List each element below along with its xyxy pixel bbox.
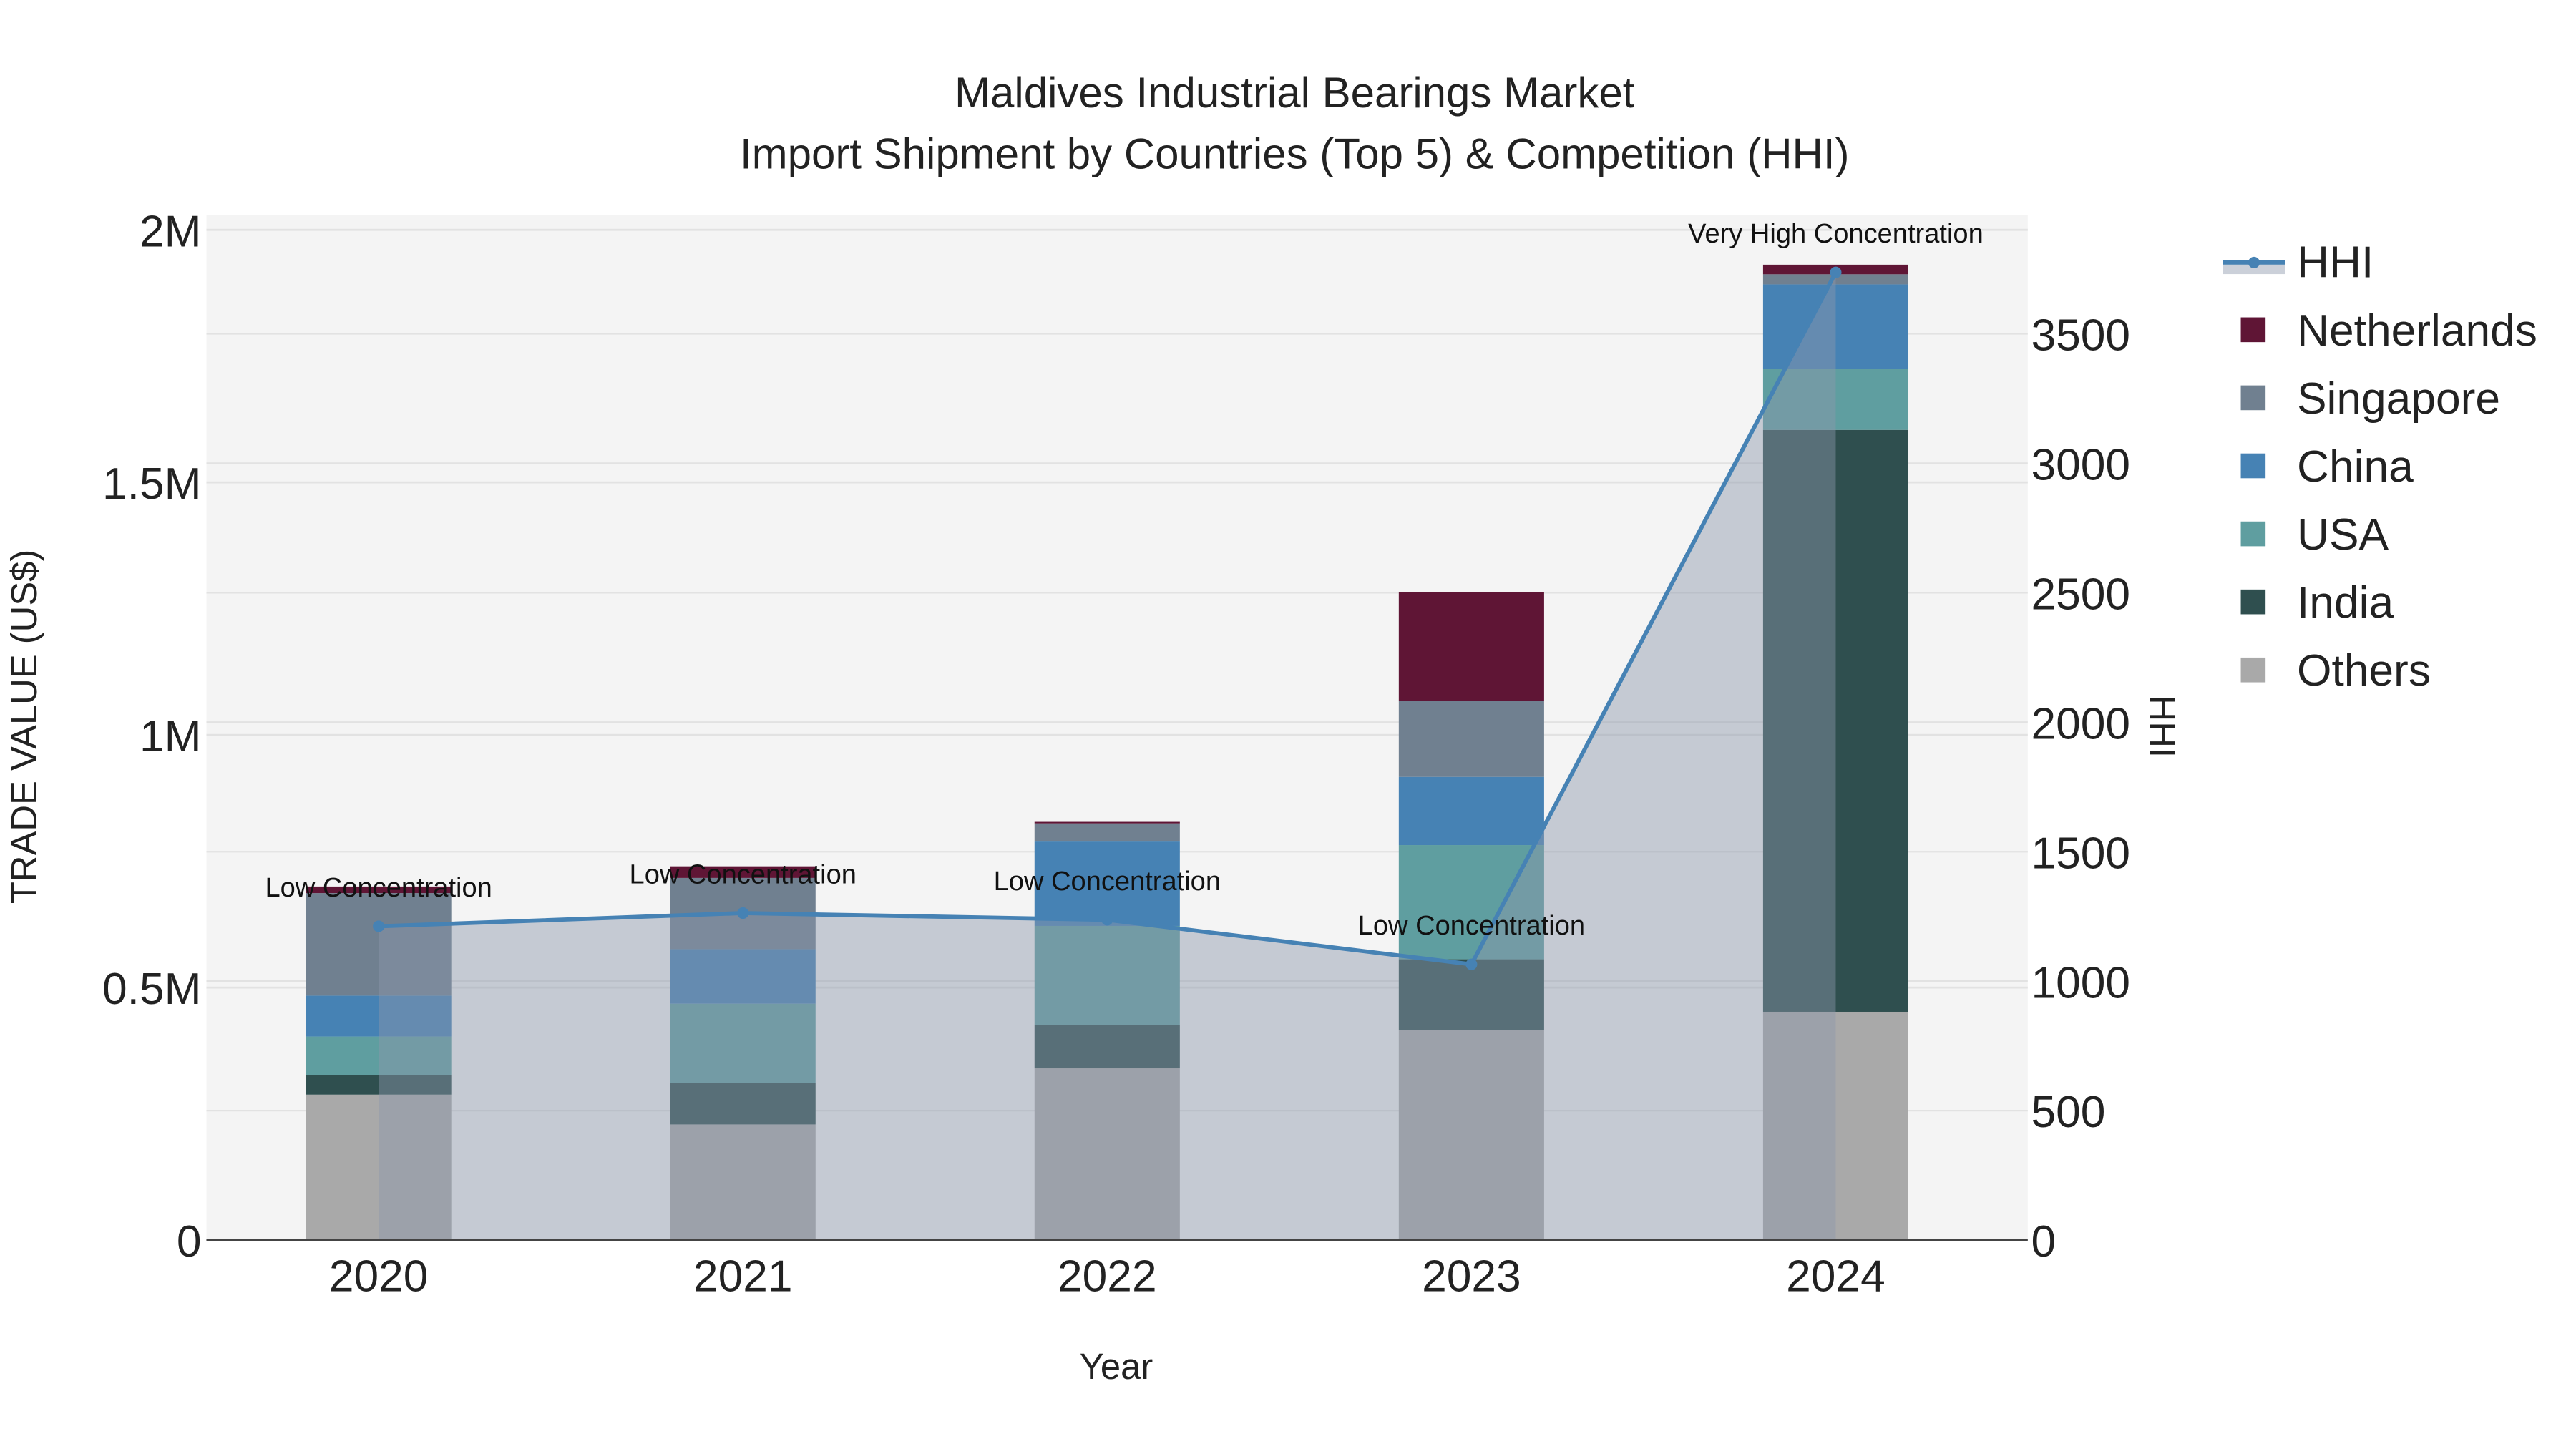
y2-tick-label: 500: [2031, 1088, 2105, 1137]
y2-tick-label: 1500: [2031, 829, 2130, 878]
hhi-point-2022: [1101, 914, 1113, 926]
legend-swatch-others: [2240, 657, 2266, 683]
legend-label-singapore: Singapore: [2297, 374, 2500, 424]
hhi-point-2021: [737, 907, 749, 919]
legend-label-china: China: [2297, 442, 2414, 492]
legend-swatch-usa: [2240, 521, 2266, 547]
y2-tick-label: 1000: [2031, 958, 2130, 1008]
chart-subtitle: Import Shipment by Countries (Top 5) & C…: [740, 130, 1850, 177]
hhi-point-2020: [373, 920, 385, 932]
legend-hhi-swatch-marker: [2248, 256, 2260, 268]
y-axis-title: TRADE VALUE (US$): [4, 550, 44, 904]
x-tick-label: 2021: [693, 1252, 793, 1302]
hhi-annotation: Very High Concentration: [1688, 219, 1984, 249]
hhi-point-2024: [1830, 266, 1842, 278]
y-tick-label: 0.5M: [102, 965, 202, 1014]
bar-netherlands-2022: [1034, 821, 1180, 824]
y2-tick-label: 2500: [2031, 570, 2130, 619]
bar-singapore-2022: [1034, 823, 1180, 842]
x-tick-label: 2020: [329, 1252, 429, 1302]
hhi-annotation: Low Concentration: [1358, 911, 1585, 941]
legend-swatch-singapore: [2240, 385, 2266, 411]
y2-tick-label: 0: [2031, 1217, 2056, 1267]
hhi-annotation: Low Concentration: [265, 873, 492, 903]
chart-title: Maldives Industrial Bearings Market: [955, 69, 1635, 117]
bar-netherlands-2023: [1398, 592, 1544, 701]
bar-china-2023: [1398, 776, 1544, 846]
legend-label-india: India: [2297, 578, 2394, 628]
y-tick-label: 2M: [140, 207, 202, 256]
legend-label-others: Others: [2297, 646, 2431, 696]
x-tick-label: 2023: [1422, 1252, 1521, 1302]
hhi-point-2023: [1465, 958, 1478, 970]
y2-tick-label: 2000: [2031, 699, 2130, 748]
legend-label-netherlands: Netherlands: [2297, 306, 2537, 356]
chart: Low Concentration Low Concentration Low Co…: [0, 0, 2576, 1449]
y2-tick-label: 3500: [2031, 311, 2130, 361]
y2-axis-title: HHI: [2142, 696, 2183, 758]
bar-singapore-2023: [1398, 701, 1544, 777]
legend-label-usa: USA: [2297, 510, 2389, 560]
legend-swatch-netherlands: [2240, 317, 2266, 343]
y-tick-label: 1.5M: [102, 459, 202, 509]
x-axis-title: Year: [1080, 1346, 1153, 1387]
legend-label-hhi: HHI: [2297, 238, 2373, 288]
x-tick-label: 2022: [1058, 1252, 1157, 1302]
hhi-annotation: Low Concentration: [994, 867, 1221, 897]
hhi-annotation: Low Concentration: [630, 859, 857, 889]
legend-swatch-india: [2240, 589, 2266, 615]
legend-swatch-china: [2240, 453, 2266, 479]
y-tick-label: 1M: [140, 712, 202, 761]
y2-tick-label: 3000: [2031, 440, 2130, 489]
y-tick-label: 0: [177, 1217, 202, 1267]
x-tick-label: 2024: [1786, 1252, 1885, 1302]
